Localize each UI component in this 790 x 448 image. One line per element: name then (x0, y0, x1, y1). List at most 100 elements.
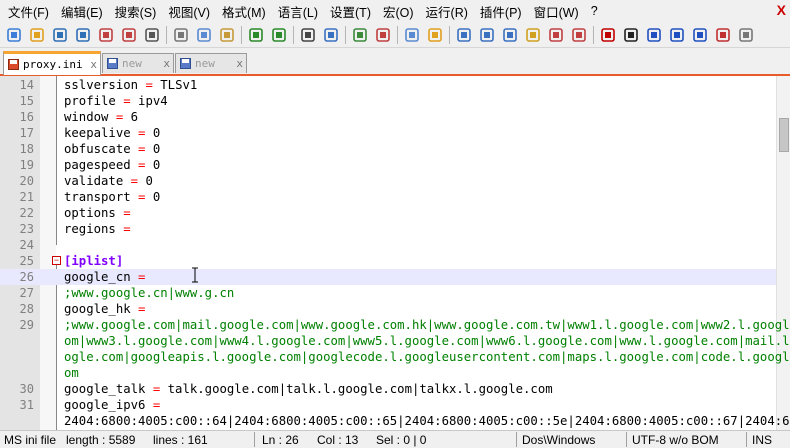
code-line[interactable]: 18 obfuscate = 0 (0, 141, 776, 157)
all-chars-icon[interactable] (477, 25, 496, 44)
tab-label: proxy.ini (23, 58, 83, 71)
menu-item[interactable]: 插件(P) (472, 2, 526, 21)
code-line[interactable]: 26 google_cn = (0, 269, 776, 285)
paste-icon[interactable] (217, 25, 236, 44)
spellcheck-icon[interactable] (713, 25, 732, 44)
save-macro-icon[interactable] (690, 25, 709, 44)
ini-equals: = (138, 78, 161, 92)
tab-close-icon[interactable]: x (236, 57, 243, 70)
zoom-in-icon[interactable] (350, 25, 369, 44)
print-icon[interactable] (142, 25, 161, 44)
ini-key: google_talk (64, 382, 146, 396)
new-file-icon[interactable] (4, 25, 23, 44)
section-header: [iplist] (64, 254, 124, 268)
menu-item[interactable]: 宏(O) (375, 2, 418, 21)
save-icon[interactable] (50, 25, 69, 44)
function-list-icon[interactable] (569, 25, 588, 44)
status-divider (516, 432, 517, 447)
doc-map-icon[interactable] (546, 25, 565, 44)
undo-icon[interactable] (246, 25, 265, 44)
code-line[interactable]: 24 (0, 237, 776, 253)
tab-new-1[interactable]: new x (102, 53, 174, 73)
copy-icon[interactable] (194, 25, 213, 44)
record-macro-icon[interactable] (598, 25, 617, 44)
code-line[interactable]: 23 regions = (0, 221, 776, 237)
code-line[interactable]: 21 transport = 0 (0, 189, 776, 205)
code-line[interactable]: 22 options = (0, 205, 776, 221)
ini-value: 0 (152, 142, 161, 156)
menu-item[interactable]: 搜索(S) (107, 2, 161, 21)
line-number: 20 (19, 174, 34, 188)
user-lang-icon[interactable] (523, 25, 542, 44)
code-line[interactable]: 28 google_hk = (0, 301, 776, 317)
line-number: 15 (19, 94, 34, 108)
sync-h-icon[interactable] (425, 25, 444, 44)
wrap-icon[interactable] (454, 25, 473, 44)
code-text: om|www3.l.google.com|www4.l.google.com|w… (64, 333, 790, 349)
close-all-icon[interactable] (119, 25, 138, 44)
sync-v-icon[interactable] (402, 25, 421, 44)
menu-item[interactable]: 设置(T) (322, 2, 375, 21)
play-macro-icon[interactable] (644, 25, 663, 44)
save-all-icon[interactable] (73, 25, 92, 44)
find-icon[interactable] (298, 25, 317, 44)
scrollbar-thumb[interactable] (779, 118, 789, 152)
code-line[interactable]: 25 [iplist] (0, 253, 776, 269)
line-number: 14 (19, 78, 34, 92)
code-line[interactable]: 20 validate = 0 (0, 173, 776, 189)
zoom-out-icon[interactable] (373, 25, 392, 44)
menu-item[interactable]: 运行(R) (418, 2, 472, 21)
replace-icon[interactable] (321, 25, 340, 44)
code-line[interactable]: 30 google_talk = talk.google.com|talk.l.g… (0, 381, 776, 397)
menu-item[interactable]: 文件(F) (0, 2, 53, 21)
menu-item[interactable]: ? (583, 4, 602, 18)
code-line[interactable]: 19 pagespeed = 0 (0, 157, 776, 173)
ini-key: google_hk (64, 302, 131, 316)
tab-proxy-ini[interactable]: proxy.ini x (3, 51, 101, 75)
ini-key: google_cn (64, 270, 131, 284)
code-line[interactable]: 14 sslversion = TLSv1 (0, 77, 776, 93)
tab-new-2[interactable]: new x (175, 53, 247, 73)
code-line[interactable]: 16 window = 6 (0, 109, 776, 125)
ini-equals: = (145, 398, 161, 412)
menu-item[interactable]: 格式(M) (214, 2, 270, 21)
tab-close-icon[interactable]: x (163, 57, 170, 70)
code-line[interactable]: 2404:6800:4005:c00::64|2404:6800:4005:c0… (0, 413, 790, 429)
ini-value: 0 (152, 158, 161, 172)
menu-item[interactable]: 视图(V) (160, 2, 214, 21)
text-editor[interactable]: 14 sslversion = TLSv1 15 profile = ipv4 16 wi… (0, 76, 790, 430)
code-text: pagespeed = 0 (64, 157, 160, 173)
fold-toggle-icon[interactable]: − (52, 256, 61, 265)
line-number: 19 (19, 158, 34, 172)
open-file-icon[interactable] (27, 25, 46, 44)
run-macro-multiple-icon[interactable] (667, 25, 686, 44)
ini-key: options (64, 206, 116, 220)
menu-item[interactable]: 语言(L) (270, 2, 322, 21)
toolbar-separator (293, 25, 294, 44)
stop-macro-icon[interactable] (621, 25, 640, 44)
close-document-button[interactable]: X (777, 2, 786, 18)
line-number: 18 (19, 142, 34, 156)
vertical-scrollbar[interactable] (776, 76, 790, 430)
cut-icon[interactable] (171, 25, 190, 44)
indent-guide-icon[interactable] (500, 25, 519, 44)
ini-value: talk.google.com|talk.l.google.com|talkx.… (167, 382, 553, 396)
code-line[interactable]: ogle.com|googleapis.l.google.com|googlec… (0, 349, 790, 365)
code-text: options = (64, 205, 131, 221)
close-icon[interactable] (96, 25, 115, 44)
code-line[interactable]: 29 ;www.google.com|mail.google.com|www.go… (0, 317, 790, 333)
code-line[interactable]: om|www3.l.google.com|www4.l.google.com|w… (0, 333, 790, 349)
menu-item[interactable]: 编辑(E) (53, 2, 107, 21)
fold-guide-line (56, 76, 57, 245)
ini-key: window (64, 110, 109, 124)
code-line[interactable]: 27 ;www.google.cn|www.g.cn (0, 285, 776, 301)
tab-close-icon[interactable]: x (90, 58, 97, 71)
code-line[interactable]: 15 profile = ipv4 (0, 93, 776, 109)
more-icon[interactable] (736, 25, 755, 44)
code-line[interactable]: om (0, 365, 776, 381)
code-text: om (64, 365, 79, 381)
menu-item[interactable]: 窗口(W) (526, 2, 583, 21)
code-line[interactable]: 31 google_ipv6 = (0, 397, 776, 413)
redo-icon[interactable] (269, 25, 288, 44)
code-line[interactable]: 17 keepalive = 0 (0, 125, 776, 141)
